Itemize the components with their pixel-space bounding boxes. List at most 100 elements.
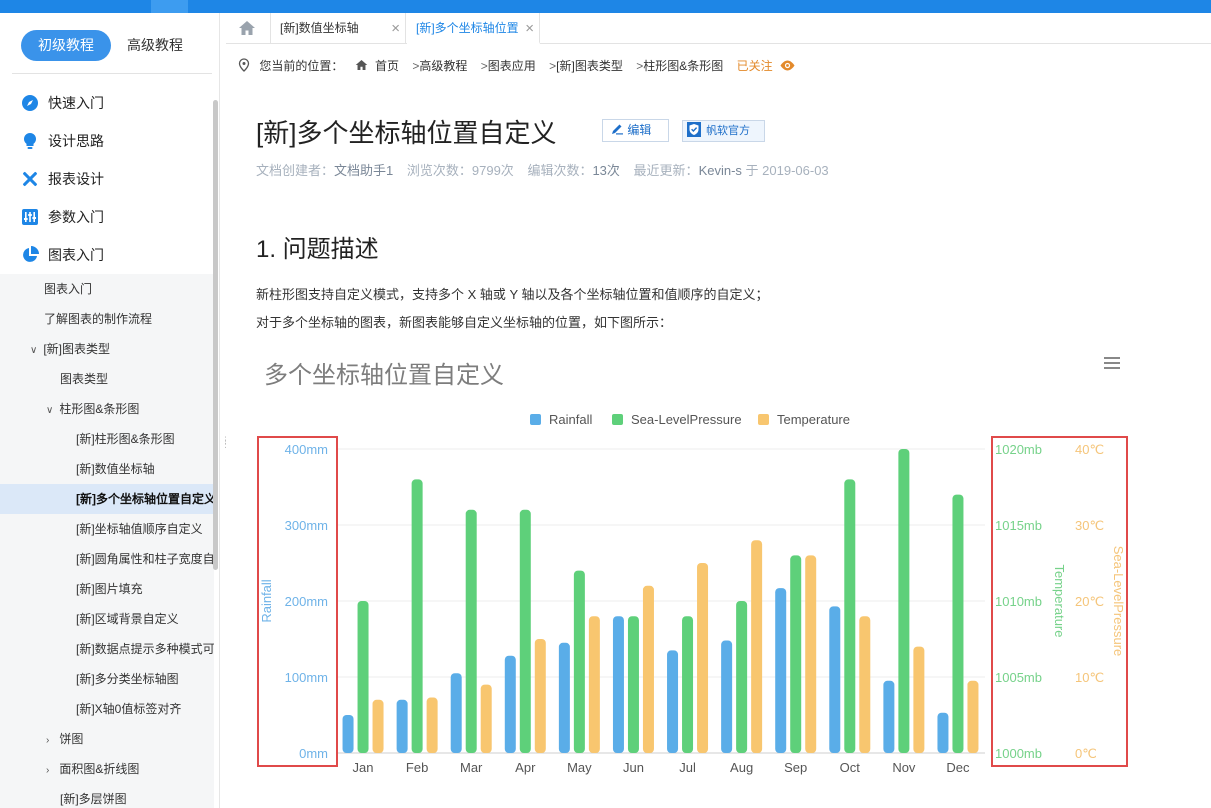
bar bbox=[411, 479, 423, 753]
meta-creator-label: 文档创建者： bbox=[256, 163, 335, 178]
pie-chart-icon bbox=[23, 246, 39, 262]
sidebar-item[interactable]: [新]数值坐标轴 bbox=[0, 454, 214, 484]
breadcrumb-item[interactable]: 图表应用 bbox=[488, 59, 536, 73]
bar bbox=[372, 699, 384, 753]
tab-label: [新]多个坐标轴位置自定义 bbox=[416, 21, 520, 35]
sidebar-category-report-design[interactable]: 报表设计 bbox=[0, 160, 214, 198]
y-tick-label-left: 300mm bbox=[285, 518, 328, 533]
x-tick-label: Dec bbox=[946, 760, 970, 775]
sidebar-item[interactable]: [新]坐标轴值顺序自定义 bbox=[0, 514, 214, 544]
page-title: [新]多个坐标轴位置自定义 bbox=[256, 118, 557, 148]
sidebar-item[interactable]: [新]圆角属性和柱子宽度自 bbox=[0, 544, 214, 574]
bar bbox=[952, 494, 964, 753]
sidebar-item[interactable]: [新]数据点提示多种模式可 bbox=[0, 634, 214, 664]
sidebar-item[interactable]: [新]区域背景自定义 bbox=[0, 604, 214, 634]
resize-handle[interactable]: ⋮ ⋮ bbox=[221, 436, 230, 452]
sidebar-item[interactable]: › 饼图 bbox=[0, 724, 214, 754]
compass-icon bbox=[22, 95, 38, 111]
x-tick-label: Aug bbox=[730, 760, 753, 775]
location-pin-icon bbox=[238, 58, 250, 72]
bar bbox=[465, 509, 477, 753]
divider bbox=[12, 73, 212, 74]
eye-icon[interactable] bbox=[779, 60, 796, 71]
breadcrumb-item[interactable]: 高级教程 bbox=[419, 59, 467, 73]
bar bbox=[775, 588, 787, 753]
meta-creator[interactable]: 文档助手1 bbox=[334, 163, 393, 178]
y-tick-label-right-1: 1000mb bbox=[995, 746, 1042, 761]
bar bbox=[426, 697, 438, 753]
tab-numeric-axis[interactable]: [新]数值坐标轴 × bbox=[271, 13, 406, 44]
tutorial-tabs: 初级教程 高级教程 bbox=[0, 13, 220, 75]
bar bbox=[534, 639, 546, 753]
sidebar-item[interactable]: [新]X轴0值标签对齐 bbox=[0, 694, 214, 724]
meta-updated-by[interactable]: Kevin-s bbox=[699, 163, 742, 178]
sidebar-item[interactable]: 了解图表的制作流程 bbox=[0, 304, 214, 334]
y-axis-label-left: Rainfall bbox=[259, 579, 274, 622]
sidebar-item[interactable]: [新]多层饼图 bbox=[0, 784, 214, 808]
follow-status[interactable]: 已关注 bbox=[737, 59, 773, 73]
legend-label: Rainfall bbox=[549, 412, 592, 427]
bar bbox=[519, 509, 531, 753]
sidebar-category-charts[interactable]: 图表入门 bbox=[0, 236, 214, 274]
breadcrumb-item[interactable]: 柱形图&条形图 bbox=[643, 59, 723, 73]
sidebar-border bbox=[219, 13, 220, 808]
chevron-down-icon: ∨ bbox=[46, 405, 54, 416]
sidebar-item-label: [新]柱形图&条形图 bbox=[76, 432, 175, 446]
menu-icon[interactable] bbox=[1104, 356, 1120, 370]
bar bbox=[697, 563, 709, 753]
sidebar-item[interactable]: 图表类型 bbox=[0, 364, 214, 394]
bar bbox=[342, 715, 354, 753]
x-tick-label: Feb bbox=[406, 760, 428, 775]
bar bbox=[450, 673, 462, 753]
meta-edits-label: 编辑次数： bbox=[527, 163, 593, 178]
y-tick-label-right-1: 1010mb bbox=[995, 594, 1042, 609]
x-tick-label: Sep bbox=[784, 760, 807, 775]
tab-multi-axis-custom[interactable]: [新]多个坐标轴位置自定义 × bbox=[407, 13, 540, 44]
home-icon bbox=[239, 21, 255, 35]
sidebar-item-label: [新]图片填充 bbox=[76, 582, 143, 596]
chart-title: 多个坐标轴位置自定义 bbox=[264, 362, 504, 389]
breadcrumb-item[interactable]: [新]图表类型 bbox=[556, 59, 623, 73]
home-tab[interactable] bbox=[226, 13, 271, 44]
tab-basic-tutorial[interactable]: 初级教程 bbox=[21, 30, 111, 61]
sidebar-item-label: [新]数值坐标轴 bbox=[76, 462, 155, 476]
y-tick-label-right-2: 10℃ bbox=[1075, 670, 1104, 685]
chevron-down-icon: ∨ bbox=[30, 345, 38, 356]
sidebar-scrollbar[interactable] bbox=[213, 100, 218, 570]
bar bbox=[667, 650, 679, 753]
sidebar-category-design-thinking[interactable]: 设计思路 bbox=[0, 122, 214, 160]
breadcrumb-home[interactable]: 首页 bbox=[375, 59, 399, 73]
sidebar-item[interactable]: 图表入门 bbox=[0, 274, 214, 304]
x-tick-label: Nov bbox=[892, 760, 916, 775]
section-heading: 1. 问题描述 bbox=[256, 236, 379, 263]
paragraph: 新柱形图支持自定义模式，支持多个 X 轴或 Y 轴以及各个坐标轴位置和值顺序的自… bbox=[256, 287, 769, 302]
sidebar-item-active[interactable]: [新]多个坐标轴位置自定义 bbox=[0, 484, 214, 514]
sidebar-category-parameters[interactable]: 参数入门 bbox=[0, 198, 214, 236]
sidebar-category-quickstart[interactable]: 快速入门 bbox=[0, 84, 214, 122]
bar bbox=[913, 646, 925, 753]
sidebar-item[interactable]: ∨ [新]图表类型 bbox=[0, 334, 214, 364]
home-icon bbox=[355, 59, 367, 71]
article-meta: 文档创建者：文档助手1 浏览次数：9799次 编辑次数：13次 最近更新：Kev… bbox=[256, 160, 829, 179]
y-tick-label-right-2: 20℃ bbox=[1075, 594, 1104, 609]
sidebar-item[interactable]: ∨ 柱形图&条形图 bbox=[0, 394, 214, 424]
close-icon[interactable]: × bbox=[391, 13, 400, 44]
bar bbox=[805, 555, 817, 753]
sidebar-item[interactable]: [新]柱形图&条形图 bbox=[0, 424, 214, 454]
edit-button[interactable]: 编辑 bbox=[602, 119, 669, 142]
breadcrumb-prefix: 您当前的位置： bbox=[259, 59, 344, 73]
sidebar-item[interactable]: [新]多分类坐标轴图 bbox=[0, 664, 214, 694]
y-tick-label-right-1: 1005mb bbox=[995, 670, 1042, 685]
sidebar-item[interactable]: › 面积图&折线图 bbox=[0, 754, 214, 784]
y-tick-label-right-2: 0℃ bbox=[1075, 746, 1097, 761]
close-icon[interactable]: × bbox=[525, 13, 534, 42]
meta-edits[interactable]: 13次 bbox=[592, 163, 619, 178]
bar bbox=[504, 655, 516, 753]
tab-advanced-tutorial[interactable]: 高级教程 bbox=[124, 30, 186, 61]
y-tick-label-right-2: 40℃ bbox=[1075, 442, 1104, 457]
sidebar-item-label: 图表入门 bbox=[44, 282, 93, 296]
sidebar-item-label: [新]圆角属性和柱子宽度自 bbox=[76, 552, 214, 566]
bar bbox=[480, 684, 492, 753]
bar bbox=[357, 601, 369, 753]
sidebar-item[interactable]: [新]图片填充 bbox=[0, 574, 214, 604]
